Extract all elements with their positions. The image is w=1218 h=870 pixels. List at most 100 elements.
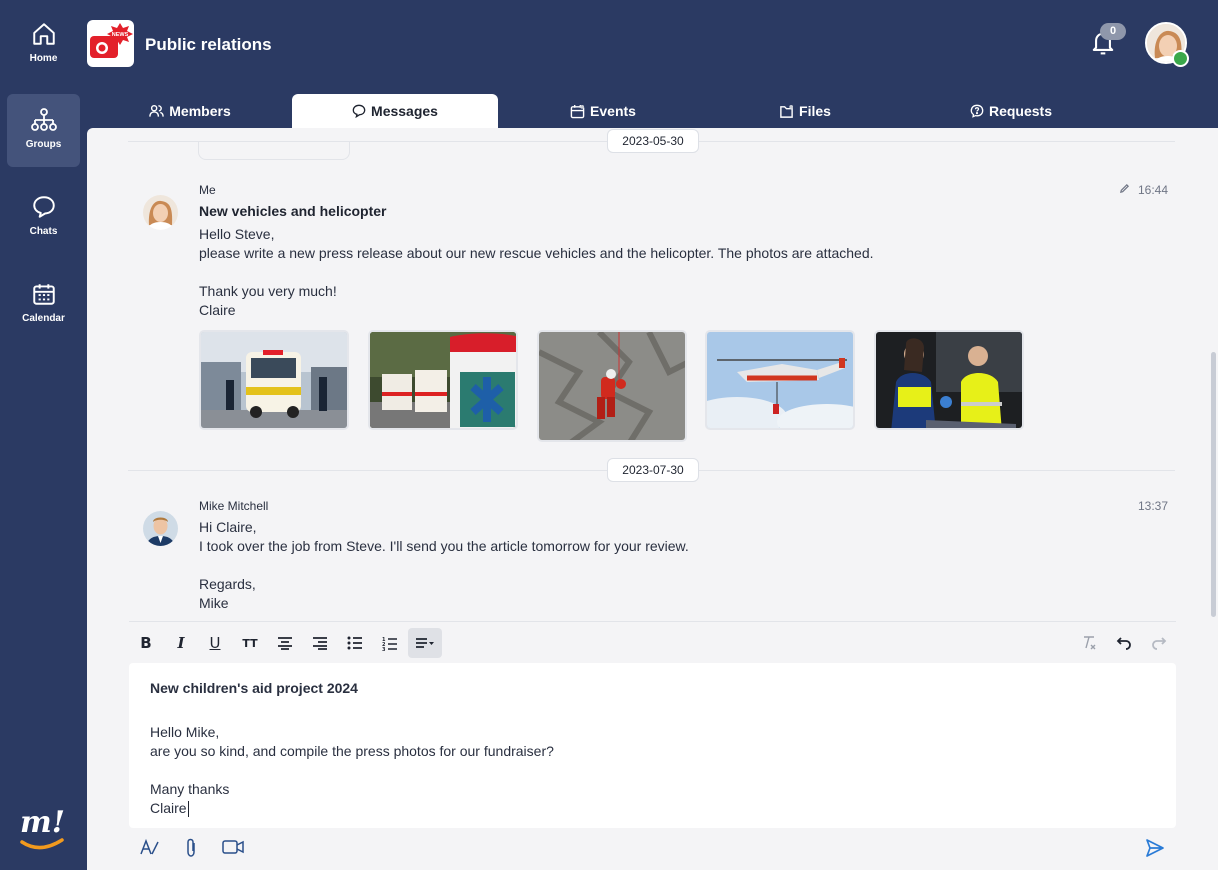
- tab-requests[interactable]: Requests: [955, 94, 1067, 128]
- message-editor[interactable]: New children's aid project 2024 Hello Mi…: [129, 663, 1176, 828]
- bullet-list-icon: [347, 636, 362, 650]
- text-format-toggle-button[interactable]: [140, 838, 160, 861]
- editor-toolbar: B I U TT 123: [129, 621, 1176, 662]
- news-badge-text: NEWS: [112, 32, 129, 38]
- date-label: 2023-05-30: [607, 129, 699, 153]
- italic-icon: I: [177, 634, 185, 652]
- tab-files[interactable]: Files: [760, 94, 850, 128]
- send-button[interactable]: [1145, 838, 1165, 863]
- nav-home[interactable]: Home: [7, 8, 80, 81]
- underline-icon: U: [209, 634, 221, 652]
- align-dropdown-button[interactable]: [408, 628, 442, 658]
- align-right-button[interactable]: [303, 628, 337, 658]
- requests-icon: [970, 104, 984, 118]
- tab-requests-label: Requests: [988, 103, 1053, 119]
- message-line: Regards,: [199, 576, 256, 592]
- chat-bubble-icon: [32, 196, 55, 218]
- notification-count-badge: 0: [1100, 23, 1126, 40]
- bold-icon: B: [140, 634, 152, 652]
- members-icon: [149, 104, 165, 117]
- underline-button[interactable]: U: [198, 628, 232, 658]
- nav-groups[interactable]: Groups: [7, 94, 80, 167]
- message-author: Me: [199, 183, 216, 197]
- paperclip-icon: [187, 838, 195, 857]
- group-title: Public relations: [145, 35, 272, 54]
- clear-format-icon: [1084, 636, 1096, 650]
- align-left-dropdown-icon: [416, 638, 434, 648]
- message-line: Hi Claire,: [199, 519, 257, 535]
- editor-line[interactable]: Hello Mike,: [150, 724, 219, 740]
- numbered-list-button[interactable]: 123: [373, 628, 407, 658]
- avatar[interactable]: [143, 511, 178, 546]
- edit-pencil-icon: [1120, 183, 1130, 193]
- message-subject: New vehicles and helicopter: [199, 203, 387, 219]
- tab-events[interactable]: Events: [548, 94, 658, 128]
- tab-messages[interactable]: Messages: [292, 94, 498, 128]
- message-time: 13:37: [1138, 499, 1169, 513]
- tab-messages-label: Messages: [371, 103, 438, 119]
- date-label: 2023-07-30: [607, 458, 699, 482]
- send-icon: [1146, 839, 1164, 857]
- avatar[interactable]: [143, 195, 178, 230]
- message-time: 16:44: [1138, 183, 1169, 197]
- editor-line[interactable]: Claire: [150, 800, 187, 816]
- previous-message-card: [198, 142, 350, 160]
- message-line: I took over the job from Steve. I'll sen…: [199, 538, 689, 554]
- groups-icon: [30, 108, 57, 131]
- clear-format-button[interactable]: [1072, 628, 1106, 658]
- text-size-button[interactable]: TT: [233, 628, 267, 658]
- nav-chats-label: Chats: [29, 226, 58, 237]
- left-navigation: Home Groups Chats Calendar m!: [0, 0, 87, 870]
- nav-calendar-label: Calendar: [22, 313, 65, 324]
- attachment-image-mountain-rescue[interactable]: [537, 330, 687, 442]
- nav-groups-label: Groups: [25, 139, 62, 150]
- tab-files-label: Files: [799, 103, 831, 119]
- attachment-image-ambulance[interactable]: [199, 330, 349, 430]
- video-camera-icon: [222, 840, 244, 854]
- message-line: Hello Steve,: [199, 226, 275, 242]
- attachment-image-helicopter[interactable]: [705, 330, 855, 430]
- numbered-list-icon: 123: [382, 637, 397, 651]
- editor-last-line[interactable]: Claire: [150, 800, 189, 818]
- nav-calendar[interactable]: Calendar: [7, 268, 80, 341]
- attachment-image-ambulances-parked[interactable]: [368, 330, 518, 430]
- messages-scrollbar[interactable]: [1211, 352, 1216, 617]
- online-status-icon: [1172, 50, 1189, 67]
- group-logo: NEWS: [87, 20, 134, 67]
- attach-file-button[interactable]: [183, 838, 199, 863]
- text-cursor: [187, 801, 189, 818]
- calendar-icon: [32, 284, 55, 305]
- message-line: please write a new press release about o…: [199, 245, 874, 261]
- align-right-icon: [313, 637, 327, 650]
- files-icon: [780, 104, 794, 118]
- message-line: Claire: [199, 302, 236, 318]
- video-call-button[interactable]: [222, 838, 244, 861]
- attachment-image-paramedics[interactable]: [874, 330, 1024, 430]
- text-format-icon: [140, 838, 159, 855]
- message-line: Thank you very much!: [199, 283, 337, 299]
- bold-button[interactable]: B: [129, 628, 163, 658]
- tab-events-label: Events: [590, 103, 636, 119]
- message-author: Mike Mitchell: [199, 499, 269, 513]
- editor-subject[interactable]: New children's aid project 2024: [150, 680, 358, 696]
- editor-line[interactable]: are you so kind, and compile the press p…: [150, 743, 554, 759]
- svg-text:3: 3: [382, 647, 386, 651]
- bullet-list-button[interactable]: [338, 628, 372, 658]
- redo-button[interactable]: [1142, 628, 1176, 658]
- text-size-icon: TT: [242, 636, 258, 650]
- message-icon: [352, 104, 366, 118]
- tab-members-label: Members: [169, 103, 231, 119]
- home-icon: [32, 23, 55, 45]
- app-logo: m!: [18, 798, 68, 859]
- tab-members[interactable]: Members: [130, 94, 250, 128]
- nav-chats[interactable]: Chats: [7, 181, 80, 254]
- undo-button[interactable]: [1107, 628, 1141, 658]
- editor-line[interactable]: Many thanks: [150, 781, 229, 797]
- italic-button[interactable]: I: [164, 628, 198, 658]
- undo-icon: [1116, 637, 1131, 650]
- nav-home-label: Home: [29, 53, 58, 64]
- redo-icon: [1152, 637, 1167, 650]
- events-icon: [570, 104, 585, 118]
- align-center-icon: [278, 637, 292, 650]
- align-center-button[interactable]: [268, 628, 302, 658]
